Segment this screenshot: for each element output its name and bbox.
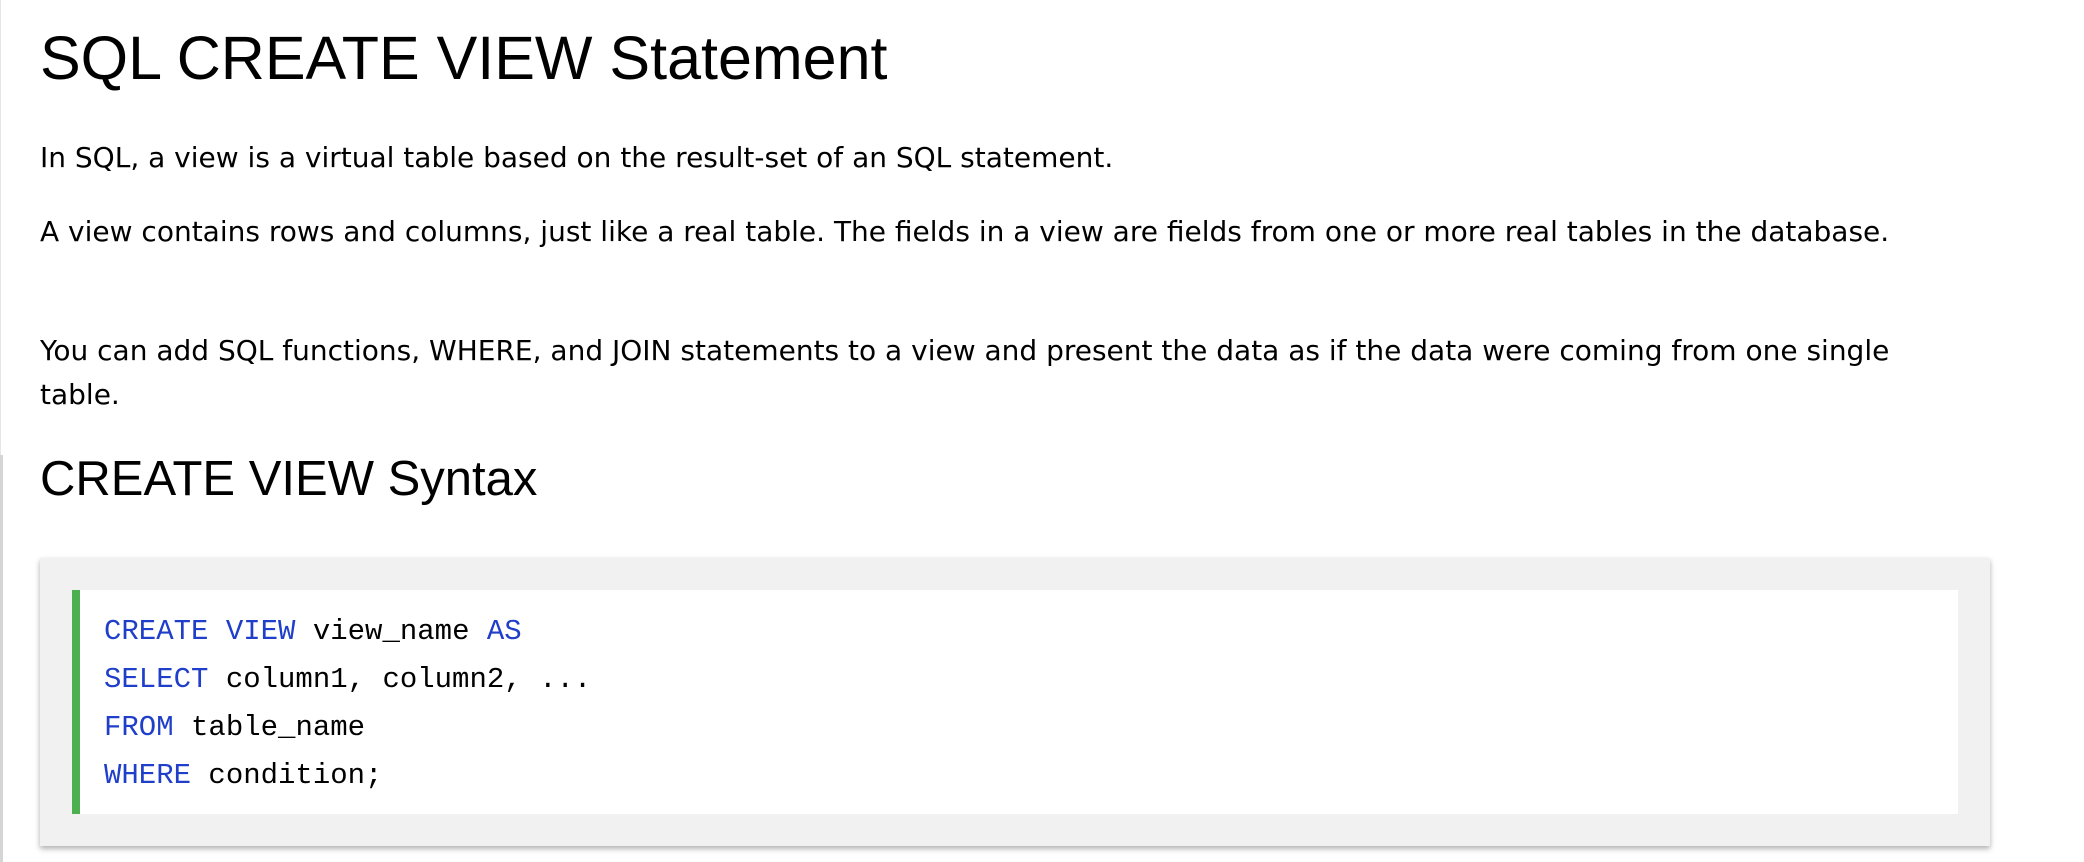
page-title: SQL CREATE VIEW Statement — [40, 24, 888, 92]
code-keyword: AS — [486, 615, 522, 648]
code-text: table_name — [173, 711, 366, 744]
left-border-accent — [0, 455, 3, 862]
code-keyword: SELECT — [104, 663, 209, 696]
code-keyword: CREATE VIEW — [104, 615, 296, 648]
code-text: column1, column2, ... — [208, 663, 592, 696]
code-line: SELECT column1, column2, ... — [104, 656, 1958, 704]
code-keyword: FROM — [104, 711, 174, 744]
intro-paragraph: In SQL, a view is a virtual table based … — [40, 141, 1114, 174]
code-text: condition; — [191, 759, 383, 792]
code-line: WHERE condition; — [104, 752, 1958, 800]
code-keyword: WHERE — [104, 759, 192, 792]
syntax-heading: CREATE VIEW Syntax — [40, 452, 538, 506]
syntax-code-block[interactable]: CREATE VIEW view_name AS SELECT column1, … — [72, 590, 1958, 814]
syntax-example-box: CREATE VIEW view_name AS SELECT column1, … — [40, 558, 1990, 846]
view-functions-paragraph: You can add SQL functions, WHERE, and JO… — [40, 334, 1890, 411]
code-text: view_name — [295, 615, 487, 648]
code-line: CREATE VIEW view_name AS — [104, 608, 1958, 656]
code-line: FROM table_name — [104, 704, 1958, 752]
view-description-paragraph: A view contains rows and columns, just l… — [40, 215, 1890, 248]
